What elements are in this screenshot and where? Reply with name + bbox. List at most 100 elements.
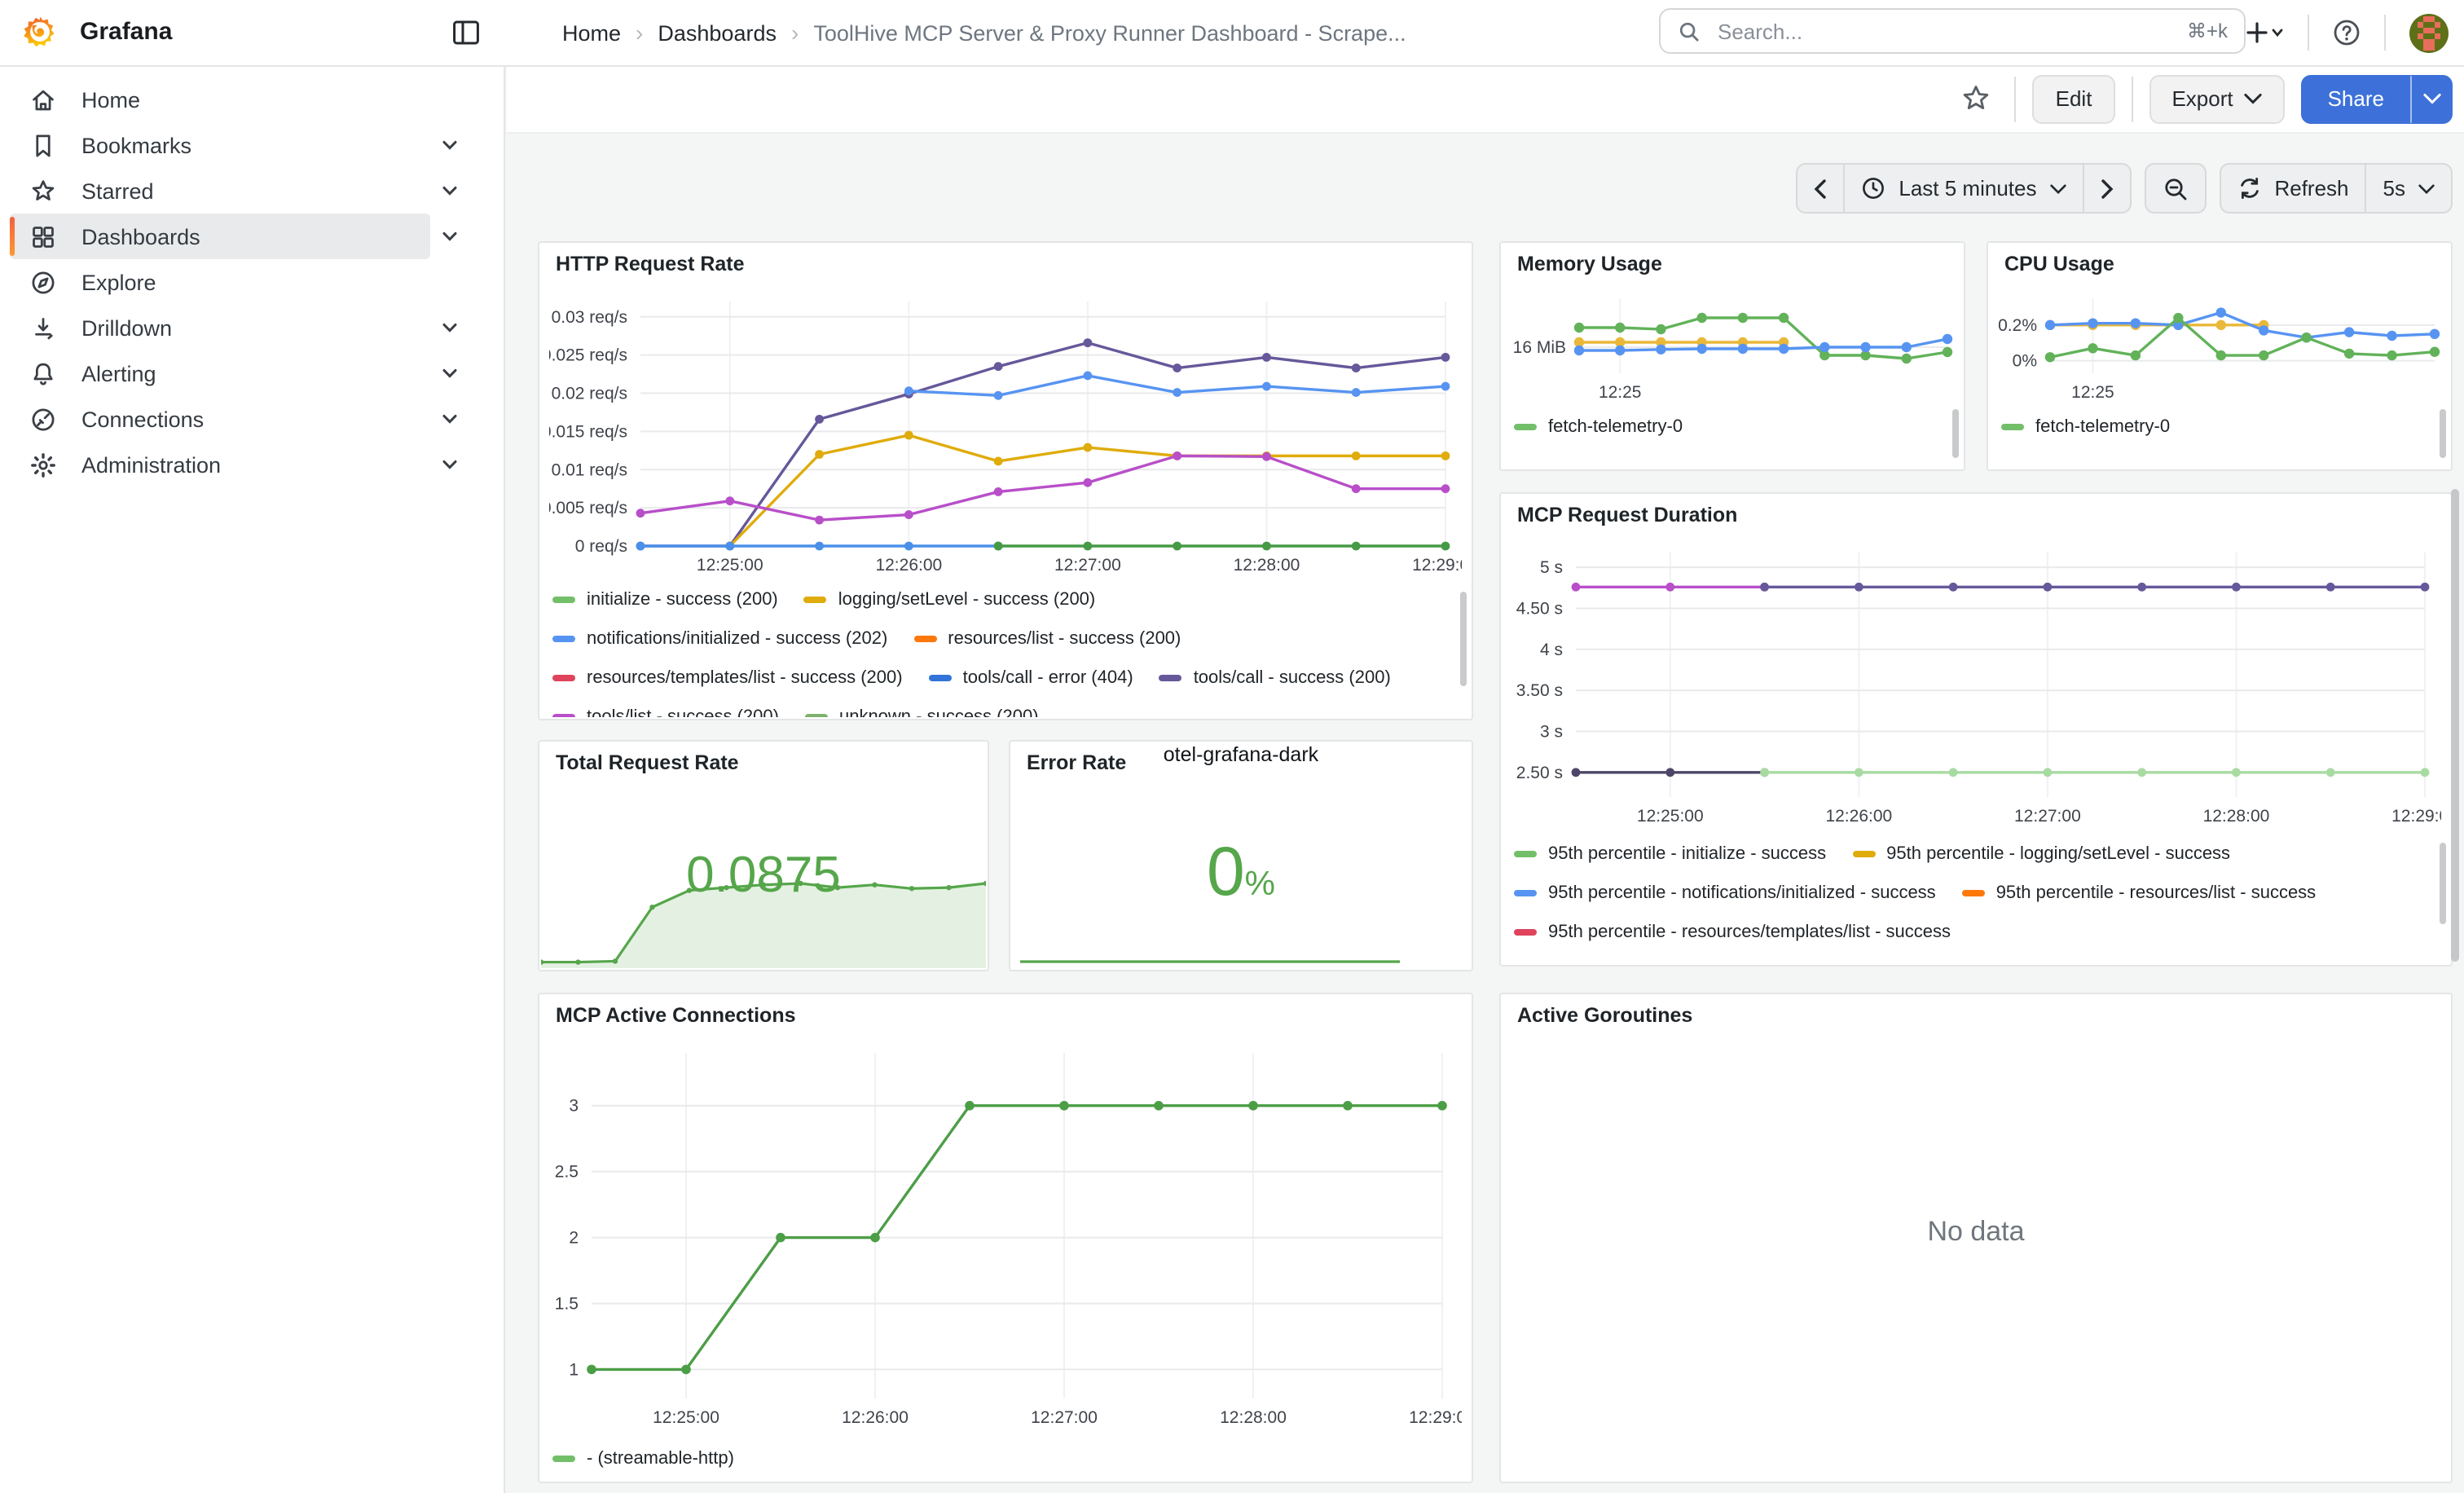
legend-item[interactable]: 95th percentile - resources/list - succe… (1962, 882, 2317, 905)
svg-text:12:29:00: 12:29:00 (1412, 556, 1462, 575)
legend-item[interactable]: 95th percentile - logging/setLevel - suc… (1852, 843, 2230, 865)
sidebar-item-label: Dashboards (81, 224, 200, 249)
time-range-picker[interactable]: Last 5 minutes (1843, 163, 2083, 214)
legend-item[interactable]: 95th percentile - resources/templates/li… (1514, 921, 1951, 944)
active-indicator (10, 217, 15, 256)
time-back-button[interactable] (1796, 163, 1845, 214)
svg-text:0.2%: 0.2% (1998, 316, 2037, 335)
edit-button[interactable]: Edit (2033, 74, 2115, 123)
sidebar-item-connections[interactable]: Connections (10, 396, 430, 442)
sidebar-item-drilldown[interactable]: Drilldown (10, 305, 430, 350)
panel-title[interactable]: MCP Active Connections (556, 1004, 796, 1027)
panel-title[interactable]: MCP Request Duration (1517, 504, 1737, 526)
legend-item[interactable]: tools/call - success (200) (1159, 667, 1391, 689)
legend-item[interactable]: unknown - success (200) (805, 706, 1039, 717)
avatar[interactable] (2402, 10, 2456, 55)
search-icon (1677, 19, 1701, 43)
main-area: Edit Export Share (507, 65, 2464, 1493)
panel-title[interactable]: Active Goroutines (1517, 1004, 1692, 1027)
breadcrumb-dashboards[interactable]: Dashboards (658, 20, 777, 45)
legend-label: 95th percentile - resources/list - succe… (1996, 883, 2317, 903)
chevron-down-icon[interactable] (440, 135, 460, 155)
svg-text:1: 1 (569, 1360, 579, 1379)
legend-item[interactable]: logging/setLevel - success (200) (804, 588, 1096, 611)
refresh-button[interactable]: Refresh (2219, 163, 2366, 214)
sidebar-collapse-icon[interactable] (450, 16, 482, 49)
stat-value: 0% (1010, 833, 1472, 911)
svg-text:12:27:00: 12:27:00 (1054, 556, 1121, 575)
share-menu-button[interactable] (2410, 74, 2453, 123)
search-shortcut: ⌘+k (2187, 20, 2228, 42)
legend-scrollbar[interactable] (1952, 409, 1959, 458)
legend-scrollbar[interactable] (2440, 409, 2446, 458)
legend-swatch (929, 675, 952, 681)
page-scrollbar-thumb[interactable] (2451, 489, 2459, 962)
bookmark-icon (29, 131, 57, 159)
legend-item[interactable]: resources/templates/list - success (200) (552, 667, 903, 689)
chevron-down-icon[interactable] (440, 227, 460, 246)
chevron-down-icon[interactable] (440, 409, 460, 429)
legend-swatch (1852, 851, 1875, 857)
chevron-down-icon[interactable] (440, 181, 460, 200)
legend-item[interactable]: initialize - success (200) (552, 588, 778, 611)
svg-text:12:25:00: 12:25:00 (653, 1408, 719, 1427)
search-field[interactable] (1714, 17, 2174, 45)
divider (2308, 15, 2309, 51)
search-input[interactable]: ⌘+k (1659, 8, 2246, 54)
apps-icon (29, 222, 57, 250)
legend-item[interactable]: 95th percentile - notifications/initiali… (1514, 882, 1936, 905)
time-forward-button[interactable] (2082, 163, 2131, 214)
sidebar-item-starred[interactable]: Starred (10, 168, 430, 214)
help-button[interactable] (2325, 10, 2368, 55)
sidebar-item-label: Home (81, 87, 140, 112)
svg-text:0.015 req/s: 0.015 req/s (549, 422, 627, 441)
brand[interactable]: Grafana (23, 15, 172, 49)
panel-title[interactable]: CPU Usage (2004, 253, 2114, 275)
chart-legend: fetch-telemetry-0 (1514, 416, 1947, 465)
svg-text:16 MiB: 16 MiB (1513, 338, 1566, 357)
legend-label: - (streamable-http) (587, 1449, 734, 1469)
sidebar-item-home[interactable]: Home (10, 77, 430, 122)
chevron-down-icon[interactable] (440, 363, 460, 383)
legend-swatch (1514, 424, 1537, 430)
legend-scrollbar[interactable] (2440, 843, 2446, 924)
panel-title[interactable]: Memory Usage (1517, 253, 1662, 275)
breadcrumb-home[interactable]: Home (562, 20, 621, 45)
share-button[interactable]: Share (2302, 74, 2410, 123)
legend-item[interactable]: resources/list - success (200) (913, 628, 1181, 650)
chevron-down-icon[interactable] (440, 455, 460, 474)
drilldown-icon (29, 314, 57, 341)
legend-item[interactable]: tools/list - success (200) (552, 706, 779, 717)
legend-scrollbar[interactable] (1460, 592, 1467, 686)
error-rate-sparkline (1020, 949, 1400, 965)
add-button[interactable] (2239, 10, 2291, 55)
legend-label: initialize - success (200) (587, 590, 778, 610)
legend-item[interactable]: tools/call - error (404) (929, 667, 1133, 689)
sidebar-item-administration[interactable]: Administration (10, 442, 430, 487)
panel-title[interactable]: Error Rate (1027, 751, 1126, 774)
svg-text:12:28:00: 12:28:00 (1220, 1408, 1287, 1427)
refresh-interval-picker[interactable]: 5s (2365, 163, 2453, 214)
sidebar-item-alerting[interactable]: Alerting (10, 350, 430, 396)
top-header: Grafana Home › Dashboards › ToolHive MCP… (0, 0, 2464, 67)
breadcrumb-current: ToolHive MCP Server & Proxy Runner Dashb… (813, 20, 1406, 45)
chevron-down-icon[interactable] (440, 318, 460, 337)
chart-legend: initialize - success (200) logging/setLev… (552, 588, 1455, 717)
legend-item[interactable]: - (streamable-http) (552, 1447, 734, 1470)
legend-swatch (552, 1456, 575, 1462)
sidebar-item-explore[interactable]: Explore (10, 259, 430, 305)
legend-item[interactable]: fetch-telemetry-0 (2001, 416, 2170, 438)
legend-item[interactable]: fetch-telemetry-0 (1514, 416, 1683, 438)
svg-text:12:27:00: 12:27:00 (2014, 807, 2081, 826)
panel-title[interactable]: Total Request Rate (556, 751, 739, 774)
svg-text:12:26:00: 12:26:00 (842, 1408, 909, 1427)
sidebar-item-bookmarks[interactable]: Bookmarks (10, 122, 430, 168)
legend-item[interactable]: notifications/initialized - success (202… (552, 628, 887, 650)
favorite-star-icon[interactable] (1955, 76, 1999, 121)
panel-title[interactable]: HTTP Request Rate (556, 253, 745, 275)
panel-cpu-usage: CPU Usage 12:250.2%0% fetch-telemetry-0 (1987, 241, 2453, 471)
zoom-out-button[interactable] (2144, 163, 2206, 214)
legend-item[interactable]: 95th percentile - initialize - success (1514, 843, 1826, 865)
sidebar-item-dashboards[interactable]: Dashboards (10, 214, 430, 259)
export-button[interactable]: Export (2149, 74, 2285, 123)
